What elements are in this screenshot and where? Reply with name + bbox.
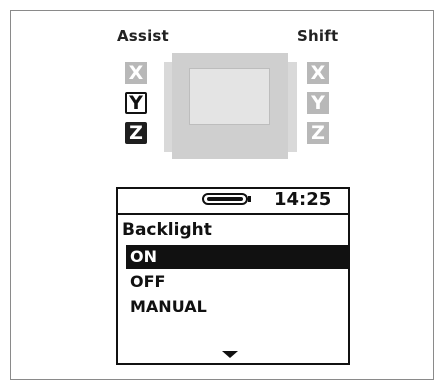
battery-tip — [248, 196, 251, 202]
assist-z-button[interactable]: Z — [125, 122, 147, 144]
menu-title: Backlight — [122, 220, 212, 240]
shift-label: Shift — [297, 27, 339, 45]
assist-y-button[interactable]: Y — [125, 92, 147, 114]
clock-time: 14:25 — [274, 189, 332, 210]
battery-full-icon — [202, 193, 248, 205]
status-bar: 14:25 — [118, 189, 348, 215]
shift-y-button[interactable]: Y — [307, 92, 329, 114]
assist-label: Assist — [117, 27, 169, 45]
down-arrow-icon — [222, 351, 238, 358]
shift-x-button[interactable]: X — [307, 62, 329, 84]
menu-option-off[interactable]: OFF — [126, 270, 348, 294]
cycle-computer-screen — [189, 68, 270, 125]
battery-level — [207, 197, 243, 201]
menu-option-on[interactable]: ON — [126, 245, 348, 269]
lcd-display: 14:25 Backlight ON OFF MANUAL — [116, 187, 350, 365]
menu-option-manual[interactable]: MANUAL — [126, 295, 348, 319]
assist-x-button[interactable]: X — [125, 62, 147, 84]
shift-z-button[interactable]: Z — [307, 122, 329, 144]
